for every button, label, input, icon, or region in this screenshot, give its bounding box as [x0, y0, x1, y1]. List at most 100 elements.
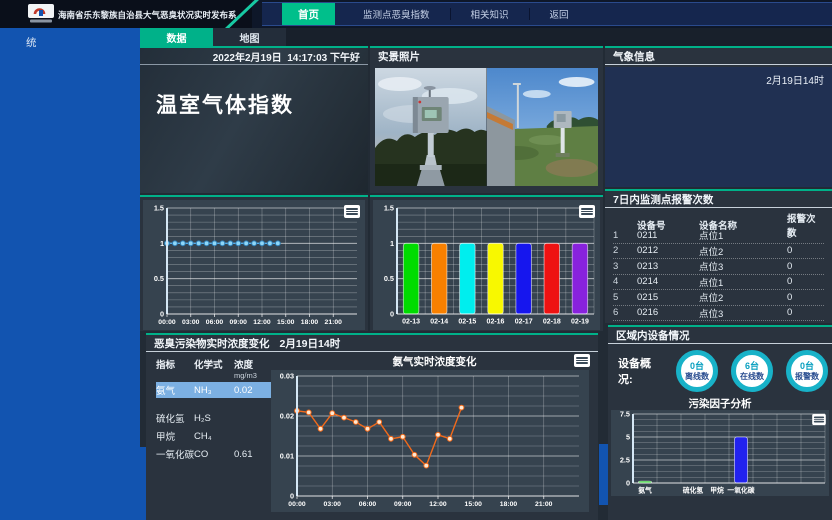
svg-text:12:00: 12:00: [429, 501, 447, 508]
alarm-count: 0: [787, 292, 824, 303]
weather-panel: 气象信息 2月19日14时: [605, 46, 832, 187]
alarm-count: 0: [787, 230, 824, 241]
nav-knowledge[interactable]: 相关知识: [451, 3, 529, 25]
weather-date: 2月19日14时: [766, 72, 824, 87]
odor-formula: H₂S: [194, 413, 234, 424]
odor-formula: CO: [194, 449, 234, 460]
alarm-table-row: 50215点位20: [613, 290, 824, 306]
alarms-table: 设备号设备名称报警次数10211点位1020212点位2030213点位3040…: [605, 208, 832, 321]
alarm-row-index: 3: [613, 261, 637, 272]
svg-text:02-13: 02-13: [402, 319, 420, 326]
tab-data[interactable]: 数据: [140, 28, 213, 46]
odor-table-row[interactable]: 氨气NH₃0.02: [156, 382, 271, 398]
alarm-row-index: 1: [613, 230, 637, 241]
odor-table: 指标化学式浓度mg/m3 氨气NH₃0.02 硫化氢H₂S 甲烷CH₄ 一氧化碳CO0.…: [146, 352, 271, 520]
nh3-chart-area: 氨气实时浓度变化 00.010.020.0300:0003:0006:0009:…: [271, 352, 598, 520]
odor-date: 2月19日14时: [280, 336, 341, 351]
svg-text:氨气: 氨气: [638, 486, 652, 495]
alarm-row-index: 6: [613, 307, 637, 318]
chart-menu-icon[interactable]: [812, 414, 826, 425]
main-nav: 首页监测点恶臭指数相关知识返回: [262, 2, 832, 26]
alarm-device-id: 0213: [637, 261, 699, 272]
odor-indicator: 硫化氢: [156, 411, 194, 425]
chart-menu-icon[interactable]: [344, 205, 360, 218]
svg-text:7.5: 7.5: [620, 410, 630, 419]
svg-text:00:00: 00:00: [288, 501, 306, 508]
ghg-index-chart-panel: 00.511.500:0003:0006:0009:0012:0015:0018…: [140, 195, 368, 331]
weather-title: 气象信息: [613, 49, 655, 64]
odor-indicator: 氨气: [156, 383, 194, 397]
nh3-chart-title: 氨气实时浓度变化: [271, 352, 598, 368]
alarm-table-row: 20212点位20: [613, 244, 824, 260]
device-overview-label: 设备概况:: [618, 355, 665, 387]
chart-menu-icon[interactable]: [579, 205, 595, 218]
svg-text:02-16: 02-16: [487, 319, 505, 326]
site-photo-1[interactable]: [375, 68, 487, 186]
alarm-row-index: 2: [613, 245, 637, 256]
svg-text:0: 0: [390, 310, 394, 319]
online-count-circle: 6台在线数: [731, 350, 773, 392]
circle-label: 在线数: [740, 372, 764, 381]
alarm-device-id: 0215: [637, 292, 699, 303]
svg-text:1.5: 1.5: [384, 204, 394, 213]
tabbar: 数据地图: [140, 28, 832, 46]
alarm-count-circle: 0台报警数: [786, 350, 828, 392]
sidebar-text: 统: [0, 28, 140, 50]
alarm-device-id: 0216: [637, 307, 699, 318]
odor-col-indicator: 指标: [156, 357, 194, 380]
nh3-trend-chart: 00.010.020.0300:0003:0006:0009:0012:0015…: [271, 370, 589, 517]
greeting-panel: 2022年2月19日 14:17:03 下午好 温室气体指数: [140, 46, 368, 193]
device-circles: 0台离线数6台在线数0台报警数: [676, 350, 828, 392]
svg-text:21:00: 21:00: [535, 501, 553, 508]
svg-text:1: 1: [390, 239, 394, 248]
odor-table-row[interactable]: 一氧化碳CO0.61: [156, 446, 271, 462]
odor-table-row[interactable]: 甲烷CH₄: [156, 428, 271, 444]
alarm-count: 0: [787, 307, 824, 318]
svg-text:5: 5: [626, 433, 630, 442]
chart-menu-icon[interactable]: [574, 354, 590, 367]
svg-text:02-15: 02-15: [458, 319, 476, 326]
circle-count: 0台: [800, 361, 814, 371]
device-title: 区域内设备情况: [616, 328, 690, 343]
daily-odor-chart: 00.511.502-1302-1402-1502-1602-1702-1802…: [373, 200, 600, 335]
nav-back[interactable]: 返回: [530, 3, 589, 25]
topbar: 海南省乐东黎族自治县大气恶臭状况实时发布系 首页监测点恶臭指数相关知识返回: [0, 0, 832, 28]
factor-chart-title: 污染因子分析: [608, 396, 832, 410]
alarm-table-row: 10211点位10: [613, 228, 824, 244]
nav-home[interactable]: 首页: [282, 3, 335, 25]
odor-title: 恶臭污染物实时浓度变化: [154, 336, 270, 351]
odor-table-header: 指标化学式浓度mg/m3: [156, 355, 271, 380]
odor-table-row[interactable]: 硫化氢H₂S: [156, 410, 271, 426]
nav-odor-index[interactable]: 监测点恶臭指数: [343, 3, 450, 25]
site-photo-2[interactable]: [487, 68, 599, 186]
svg-text:18:00: 18:00: [500, 501, 518, 508]
alarm-row-index: 4: [613, 276, 637, 287]
circle-label: 报警数: [795, 372, 819, 381]
svg-text:03:00: 03:00: [324, 501, 342, 508]
photos-panel: 实景照片: [370, 46, 603, 193]
page-title: 温室气体指数: [156, 89, 368, 119]
weather-body: 2月19日14时: [605, 67, 832, 187]
alarm-device-id: 0211: [637, 230, 699, 241]
svg-text:02-18: 02-18: [543, 319, 561, 326]
svg-text:15:00: 15:00: [465, 501, 483, 508]
odor-col-value: 浓度mg/m3: [234, 357, 271, 380]
svg-text:09:00: 09:00: [230, 319, 248, 326]
alarm-device-name: 点位3: [699, 259, 787, 273]
photos-title: 实景照片: [378, 49, 420, 64]
alarm-device-name: 点位2: [699, 244, 787, 258]
svg-text:1.5: 1.5: [154, 204, 164, 213]
svg-text:2.5: 2.5: [620, 456, 630, 465]
alarm-device-id: 0212: [637, 245, 699, 256]
odor-indicator: 一氧化碳: [156, 447, 194, 461]
datetime-text: 2022年2月19日 14:17:03 下午好: [213, 49, 360, 64]
alarm-count: 0: [787, 245, 824, 256]
svg-text:0.5: 0.5: [384, 274, 394, 283]
scrollbar-thumb[interactable]: [599, 444, 608, 505]
svg-text:0.5: 0.5: [154, 274, 164, 283]
tab-map[interactable]: 地图: [213, 28, 286, 46]
odor-formula: NH₃: [194, 385, 234, 396]
odor-formula: CH₄: [194, 431, 234, 442]
factor-analysis-chart: 02.557.5氨气硫化氢甲烷一氧化碳: [611, 410, 832, 501]
svg-text:0.03: 0.03: [280, 372, 294, 381]
